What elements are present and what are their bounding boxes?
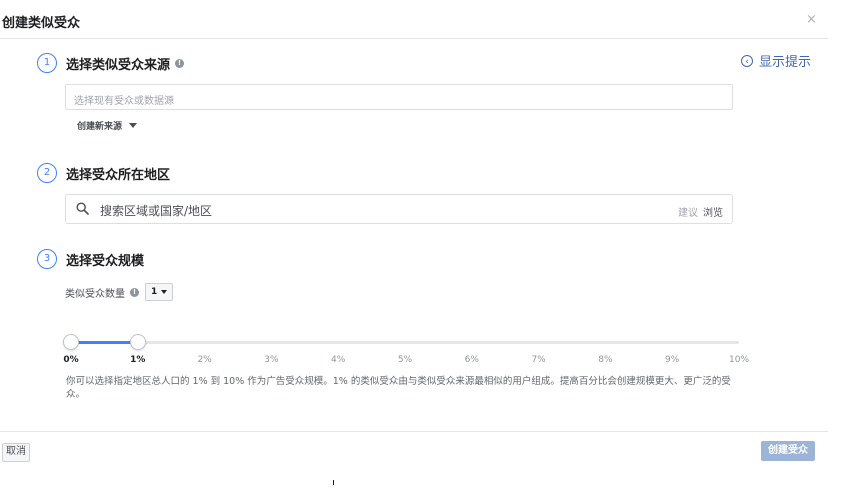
create-new-source-dropdown[interactable]: 创建新来源 bbox=[77, 119, 138, 132]
step-number-2: 2 bbox=[37, 163, 57, 183]
size-slider-fill bbox=[71, 341, 138, 344]
show-tips-link[interactable]: ‹ 显示提示 bbox=[741, 51, 811, 70]
slider-tick-label: 10% bbox=[728, 355, 750, 365]
step-source: 1 选择类似受众来源 ! bbox=[37, 53, 185, 73]
dialog-title: 创建类似受众 bbox=[2, 16, 81, 31]
create-new-source-label: 创建新来源 bbox=[77, 122, 123, 132]
step-size: 3 选择受众规模 bbox=[37, 249, 144, 269]
slider-tick-label: 9% bbox=[665, 355, 680, 365]
browse-link[interactable]: 浏览 bbox=[703, 204, 723, 219]
slider-tick-label: 5% bbox=[397, 355, 413, 365]
chevron-down-icon bbox=[161, 290, 168, 294]
cancel-button[interactable]: 取消 bbox=[2, 443, 30, 462]
slider-tick-label: 8% bbox=[598, 355, 613, 365]
audience-count-label: 类似受众数量 bbox=[65, 288, 125, 300]
source-placeholder: 选择现有受众或数据源 bbox=[74, 96, 174, 107]
close-icon[interactable]: × bbox=[806, 12, 817, 27]
location-search-input[interactable]: 搜索区域或国家/地区 建议 浏览 bbox=[65, 194, 733, 224]
info-icon[interactable]: ! bbox=[130, 287, 139, 297]
audience-count-select[interactable]: 1 bbox=[145, 283, 174, 301]
step-number-3: 3 bbox=[37, 249, 57, 269]
divider bbox=[333, 480, 334, 485]
slider-handle-start[interactable] bbox=[63, 334, 79, 350]
slider-tick-label: 6% bbox=[464, 355, 479, 365]
info-icon[interactable]: ! bbox=[175, 58, 185, 68]
step-title-location: 选择受众所在地区 bbox=[66, 167, 171, 183]
slider-tick-label: 1% bbox=[130, 355, 146, 365]
size-description: 你可以选择指定地区总人口的 1% 到 10% 作为广告受众规模。1% 的类似受众… bbox=[66, 376, 731, 400]
size-slider-track[interactable] bbox=[71, 341, 739, 344]
create-audience-button[interactable]: 创建受众 bbox=[761, 441, 815, 461]
dialog-header: 创建类似受众 × bbox=[0, 0, 828, 39]
suggest-link[interactable]: 建议 bbox=[678, 204, 698, 219]
search-icon bbox=[76, 202, 89, 215]
slider-tick-label: 4% bbox=[331, 355, 346, 365]
slider-tick-label: 7% bbox=[531, 355, 546, 365]
step-title-source: 选择类似受众来源 bbox=[66, 57, 171, 73]
source-select-input[interactable]: 选择现有受众或数据源 bbox=[65, 84, 733, 110]
chevron-left-icon: ‹ bbox=[741, 54, 753, 67]
step-number-1: 1 bbox=[37, 53, 57, 73]
create-lookalike-dialog: 创建类似受众 × ‹ 显示提示 1 选择类似受众来源 ! 选择现有受众或数据源 … bbox=[0, 0, 830, 489]
footer-divider bbox=[0, 431, 828, 432]
slider-tick-label: 3% bbox=[264, 355, 279, 365]
audience-count-row: 类似受众数量 ! 1 bbox=[65, 283, 174, 301]
step-title-size: 选择受众规模 bbox=[66, 253, 145, 269]
slider-tick-label: 0% bbox=[63, 355, 79, 365]
slider-handle-end[interactable] bbox=[129, 334, 146, 350]
step-location: 2 选择受众所在地区 bbox=[37, 163, 170, 183]
audience-count-value: 1 bbox=[151, 286, 158, 297]
location-placeholder: 搜索区域或国家/地区 bbox=[100, 204, 213, 218]
slider-tick-label: 2% bbox=[197, 355, 212, 365]
caret-down-icon bbox=[129, 123, 138, 128]
show-tips-label: 显示提示 bbox=[759, 55, 812, 70]
